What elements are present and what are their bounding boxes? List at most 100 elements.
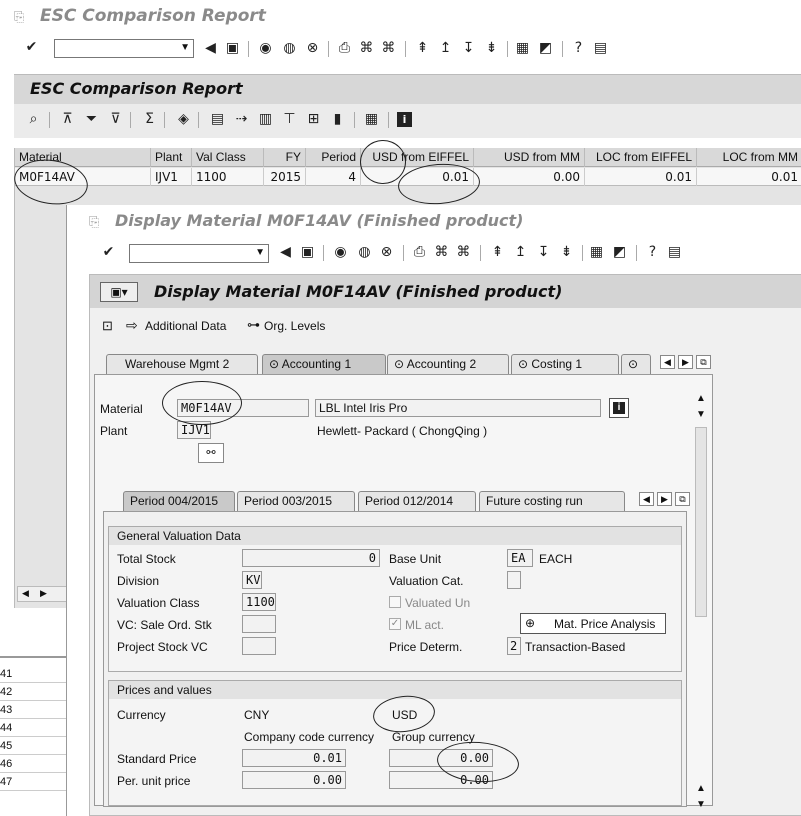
col-val-class[interactable]: Val Class <box>192 148 264 167</box>
back-arrow-icon[interactable]: ◀ <box>278 245 293 260</box>
tab-costing-1[interactable]: ⊙ Costing 1 <box>511 354 619 374</box>
info-icon[interactable]: i <box>397 112 412 127</box>
print-preview-icon[interactable]: ▤ <box>210 112 225 127</box>
layout-icon[interactable]: ▦ <box>364 112 379 127</box>
material-description-field[interactable]: LBL Intel Iris Pro <box>315 399 601 417</box>
grid-hscrollbar[interactable]: ◀ ▶ <box>17 586 67 602</box>
graphic-icon[interactable]: ▮ <box>330 112 345 127</box>
tab-period-003-2015[interactable]: Period 003/2015 <box>237 491 355 511</box>
command-field[interactable]: ▼ <box>54 39 194 58</box>
chevron-down-icon[interactable]: ▼ <box>255 247 265 258</box>
vc-sale-ord-field[interactable] <box>242 615 276 633</box>
save-icon[interactable]: ▣ <box>225 41 240 56</box>
per-unit-price-cc-field[interactable]: 0.00 <box>242 771 346 789</box>
scroll-up-icon[interactable]: ▲ <box>696 393 706 404</box>
print-icon[interactable]: ⎙ <box>412 245 427 260</box>
shortcut-icon[interactable]: ◩ <box>612 245 627 260</box>
scroll-thumb[interactable] <box>695 427 707 617</box>
help-icon[interactable]: ? <box>571 41 586 56</box>
cancel-icon[interactable]: ⊗ <box>305 41 320 56</box>
scroll-right-icon[interactable]: ▶ <box>40 588 47 599</box>
valuated-un-checkbox[interactable] <box>389 596 401 608</box>
next-page-icon[interactable]: ↧ <box>461 41 476 56</box>
standard-price-cc-field[interactable]: 0.01 <box>242 749 346 767</box>
valuation-cat-field[interactable] <box>507 571 521 589</box>
tab-period-004-2015[interactable]: Period 004/2015 <box>123 491 235 511</box>
valuation-class-field[interactable]: 1100 <box>242 593 276 611</box>
other-material-button[interactable]: ▣▾ <box>100 282 138 302</box>
scroll-down-icon[interactable]: ▼ <box>696 799 706 810</box>
content-vscrollbar[interactable]: ▲ ▼ ▲ ▼ <box>693 393 711 810</box>
first-page-icon[interactable]: ⇞ <box>415 41 430 56</box>
project-stock-field[interactable] <box>242 637 276 655</box>
back-icon[interactable]: ◉ <box>333 245 348 260</box>
col-fy[interactable]: FY <box>264 148 306 167</box>
help-icon[interactable]: ? <box>645 245 660 260</box>
views-icon[interactable]: ◈ <box>176 112 191 127</box>
org-levels-button[interactable]: Org. Levels <box>264 319 325 333</box>
prev-page-icon[interactable]: ↥ <box>438 41 453 56</box>
exit-icon[interactable]: ◍ <box>282 41 297 56</box>
shortcut-icon[interactable]: ◩ <box>538 41 553 56</box>
tab-period-012-2014[interactable]: Period 012/2014 <box>358 491 476 511</box>
additional-data-button[interactable]: Additional Data <box>145 319 226 333</box>
base-unit-field[interactable]: EA <box>507 549 533 567</box>
tab-accounting-1[interactable]: ⊙ Accounting 1 <box>262 354 386 374</box>
word-icon[interactable]: ⊤ <box>282 112 297 127</box>
new-session-icon[interactable]: ▦ <box>515 41 530 56</box>
tab-list-icon[interactable]: ⧉ <box>696 355 711 369</box>
views-select-icon[interactable]: ⊡ <box>102 318 113 334</box>
scroll-left-icon[interactable]: ◀ <box>22 588 29 599</box>
chevron-down-icon[interactable]: ▼ <box>180 42 190 53</box>
cell-fy[interactable]: 2015 <box>264 168 306 186</box>
spreadsheet-icon[interactable]: ▥ <box>258 112 273 127</box>
cell-period[interactable]: 4 <box>306 168 361 186</box>
total-stock-field[interactable]: 0 <box>242 549 380 567</box>
command-field[interactable]: ▼ <box>129 244 269 263</box>
col-loc-mm[interactable]: LOC from MM <box>697 148 801 167</box>
org-data-button[interactable]: ⚯ <box>198 443 224 463</box>
save-icon[interactable]: ▣ <box>300 245 315 260</box>
tab-warehouse-mgmt-2[interactable]: Warehouse Mgmt 2 <box>106 354 258 374</box>
last-page-icon[interactable]: ⇟ <box>484 41 499 56</box>
prev-page-icon[interactable]: ↥ <box>513 245 528 260</box>
col-usd-mm[interactable]: USD from MM <box>474 148 585 167</box>
cell-usd-mm[interactable]: 0.00 <box>474 168 585 186</box>
cell-plant[interactable]: IJV1 <box>151 168 192 186</box>
period-tab-scroll-left-icon[interactable]: ◀ <box>639 492 654 506</box>
cell-val-class[interactable]: 1100 <box>192 168 264 186</box>
back-icon[interactable]: ◉ <box>258 41 273 56</box>
sum-icon[interactable]: Σ <box>142 112 157 127</box>
col-plant[interactable]: Plant <box>151 148 192 167</box>
filter-set-icon[interactable]: ⊽ <box>108 112 123 127</box>
layout-menu-icon[interactable]: ▤ <box>593 41 608 56</box>
find-icon[interactable]: ⌘ <box>359 41 374 56</box>
division-field[interactable]: KV <box>242 571 262 589</box>
col-loc-eiffel[interactable]: LOC from EIFFEL <box>585 148 697 167</box>
tab-scroll-left-icon[interactable]: ◀ <box>660 355 675 369</box>
sort-asc-icon[interactable]: ⊼ <box>60 112 75 127</box>
tab-future-costing-run[interactable]: Future costing run <box>479 491 625 511</box>
mat-price-analysis-button[interactable]: ⊕ Mat. Price Analysis <box>520 613 666 634</box>
local-file-icon[interactable]: ⊞ <box>306 112 321 127</box>
period-tab-scroll-right-icon[interactable]: ▶ <box>657 492 672 506</box>
find-icon[interactable]: ⌘ <box>434 245 449 260</box>
scroll-down-icon[interactable]: ▼ <box>696 409 706 420</box>
tab-more[interactable]: ⊙ <box>621 354 651 374</box>
back-arrow-icon[interactable]: ◀ <box>203 41 218 56</box>
tab-accounting-2[interactable]: ⊙ Accounting 2 <box>387 354 509 374</box>
details-icon[interactable]: ⌕ <box>26 112 41 127</box>
tab-scroll-right-icon[interactable]: ▶ <box>678 355 693 369</box>
layout-menu-icon[interactable]: ▤ <box>667 245 682 260</box>
exit-icon[interactable]: ◍ <box>357 245 372 260</box>
cancel-icon[interactable]: ⊗ <box>379 245 394 260</box>
enter-check-icon[interactable]: ✔ <box>24 40 39 55</box>
first-page-icon[interactable]: ⇞ <box>490 245 505 260</box>
find-next-icon[interactable]: ⌘ <box>456 245 471 260</box>
price-determ-field[interactable]: 2 <box>507 637 521 655</box>
cell-loc-eiffel[interactable]: 0.01 <box>585 168 697 186</box>
export-icon[interactable]: ⇢ <box>234 112 249 127</box>
find-next-icon[interactable]: ⌘ <box>381 41 396 56</box>
period-tab-list-icon[interactable]: ⧉ <box>675 492 690 506</box>
last-page-icon[interactable]: ⇟ <box>559 245 574 260</box>
